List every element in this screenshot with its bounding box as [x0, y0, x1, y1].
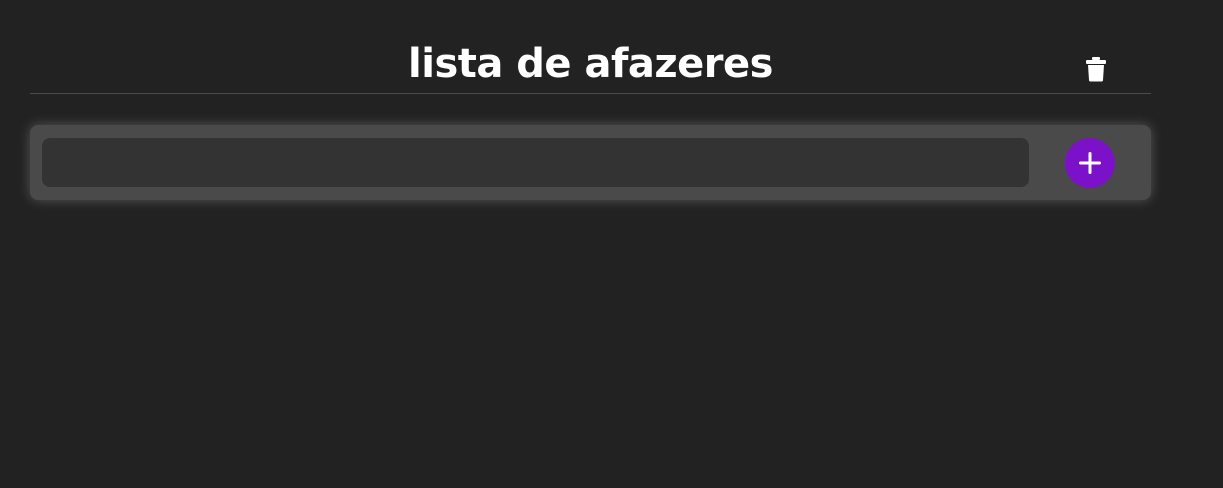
todo-app: lista de afazeres	[0, 0, 1223, 488]
clear-all-button[interactable]	[1083, 55, 1109, 83]
add-task-button[interactable]	[1065, 138, 1115, 188]
new-task-input[interactable]	[42, 138, 1029, 187]
plus-icon	[1077, 150, 1103, 176]
trash-icon	[1085, 56, 1107, 82]
page-title: lista de afazeres	[408, 41, 773, 87]
new-task-form	[30, 125, 1151, 200]
header: lista de afazeres	[30, 0, 1151, 94]
